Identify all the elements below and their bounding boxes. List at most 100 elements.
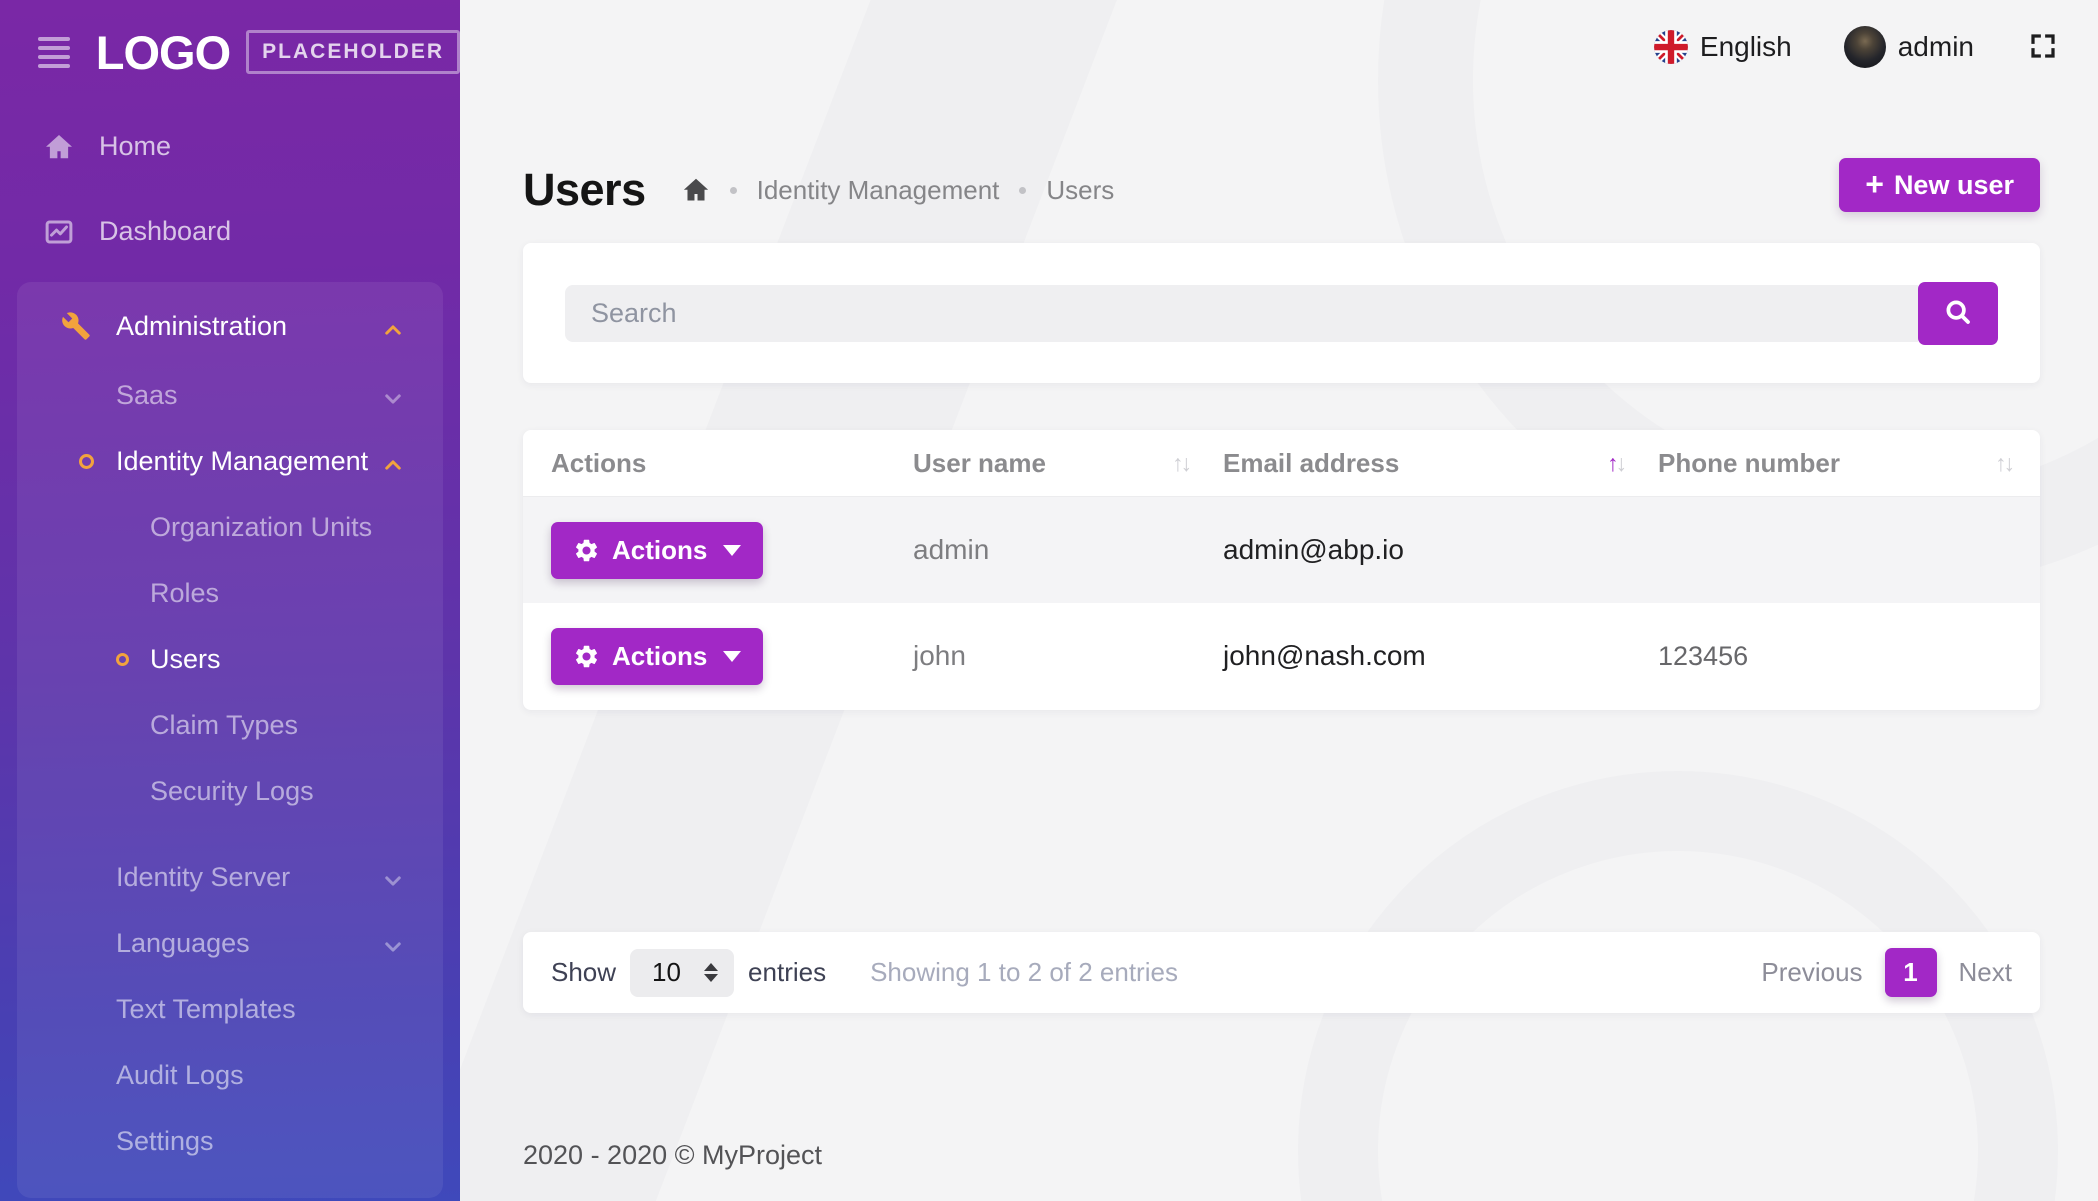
sidebar-item-label: Home — [0, 131, 171, 162]
entries-label: entries — [748, 957, 826, 988]
row-actions-button[interactable]: Actions — [551, 628, 763, 685]
gear-icon — [573, 537, 600, 564]
active-bullet-icon — [116, 653, 129, 666]
sidebar-item-label: Text Templates — [17, 994, 296, 1025]
column-label: User name — [913, 448, 1046, 479]
breadcrumb-home-icon[interactable] — [682, 176, 710, 204]
search-icon — [1943, 297, 1973, 330]
user-name-cell: admin — [913, 534, 1223, 566]
sidebar-item-text-templates[interactable]: Text Templates — [17, 976, 443, 1042]
show-label: Show — [551, 957, 616, 988]
chevron-down-icon — [383, 933, 403, 953]
sidebar-item-languages[interactable]: Languages — [17, 910, 443, 976]
sidebar-item-label: Audit Logs — [17, 1060, 244, 1091]
sidebar-item-organization-units[interactable]: Organization Units — [17, 494, 443, 560]
table-footer: Show 10 entries Showing 1 to 2 of 2 entr… — [523, 932, 2040, 1013]
caret-down-icon — [723, 545, 741, 556]
sort-icon: ↑↓ — [1172, 452, 1189, 475]
wrench-icon — [60, 310, 92, 342]
phone-cell: 123456 — [1658, 641, 2040, 672]
chevron-down-icon — [383, 385, 403, 405]
copyright: 2020 - 2020 © MyProject — [523, 1140, 822, 1171]
current-page-button[interactable]: 1 — [1885, 948, 1937, 997]
fullscreen-button[interactable] — [2026, 30, 2060, 64]
sidebar-item-identity-management[interactable]: Identity Management — [17, 428, 443, 494]
next-page-button[interactable]: Next — [1959, 957, 2012, 988]
sidebar-item-roles[interactable]: Roles — [17, 560, 443, 626]
column-header-actions: Actions — [523, 448, 913, 479]
caret-down-icon — [723, 651, 741, 662]
sidebar-item-label: Administration — [17, 311, 287, 342]
active-bullet-icon — [79, 454, 94, 469]
sidebar-item-audit-logs[interactable]: Audit Logs — [17, 1042, 443, 1108]
avatar — [1844, 26, 1886, 68]
page-size-value: 10 — [652, 957, 681, 988]
main-content: English admin Users Identity Management … — [460, 0, 2098, 1201]
sidebar-item-label: Claim Types — [17, 710, 298, 741]
sidebar-item-identity-server[interactable]: Identity Server — [17, 844, 443, 910]
language-selector[interactable]: English — [1654, 30, 1792, 64]
sidebar-item-label: Security Logs — [17, 776, 314, 807]
column-header-email-address[interactable]: Email address ↑↓ — [1223, 448, 1658, 479]
sidebar-item-users[interactable]: Users — [17, 626, 443, 692]
user-name-label: admin — [1898, 31, 1974, 63]
sidebar-item-home[interactable]: Home — [0, 104, 460, 189]
sidebar-nav: Home Dashboard Administration Saas — [0, 104, 460, 1198]
search-card — [523, 243, 2040, 383]
sidebar-item-label: Settings — [17, 1126, 214, 1157]
sidebar-item-label: Identity Management — [17, 446, 368, 477]
page-size-select[interactable]: 10 — [630, 949, 734, 997]
app-logo[interactable]: LOGO PLACEHOLDER — [96, 25, 460, 80]
app-root: LOGO PLACEHOLDER Home Dashboard — [0, 0, 2098, 1201]
menu-toggle-icon[interactable] — [38, 37, 70, 68]
column-header-phone-number[interactable]: Phone number ↑↓ — [1658, 448, 2040, 479]
page-title: Users — [523, 164, 646, 216]
sidebar-item-administration[interactable]: Administration — [17, 290, 443, 362]
breadcrumb-identity-management[interactable]: Identity Management — [757, 175, 1000, 206]
table-row: Actions admin admin@abp.io — [523, 497, 2040, 603]
actions-button-label: Actions — [612, 535, 707, 566]
topbar: English admin — [1654, 0, 2098, 94]
row-actions-button[interactable]: Actions — [551, 522, 763, 579]
previous-page-button[interactable]: Previous — [1761, 957, 1862, 988]
breadcrumb-separator — [1019, 187, 1026, 194]
logo-badge: PLACEHOLDER — [246, 30, 460, 74]
home-icon — [43, 131, 75, 163]
sidebar-item-label: Languages — [17, 928, 250, 959]
pagination: Previous 1 Next — [1761, 948, 2012, 997]
sidebar-item-settings[interactable]: Settings — [17, 1108, 443, 1174]
table-row: Actions john john@nash.com 123456 — [523, 603, 2040, 709]
breadcrumb: Identity Management Users — [682, 175, 1115, 206]
sidebar-item-label: Organization Units — [17, 512, 372, 543]
sidebar: LOGO PLACEHOLDER Home Dashboard — [0, 0, 460, 1201]
search-input[interactable] — [565, 285, 1918, 342]
breadcrumb-separator — [730, 187, 737, 194]
language-label: English — [1700, 31, 1792, 63]
sidebar-item-label: Dashboard — [0, 216, 231, 247]
chevron-up-icon — [383, 451, 403, 471]
column-label: Email address — [1223, 448, 1399, 479]
actions-cell: Actions — [523, 522, 913, 579]
sidebar-item-saas[interactable]: Saas — [17, 362, 443, 428]
new-user-button[interactable]: + New user — [1839, 158, 2040, 212]
column-header-user-name[interactable]: User name ↑↓ — [913, 448, 1223, 479]
actions-button-label: Actions — [612, 641, 707, 672]
sidebar-logo-row: LOGO PLACEHOLDER — [0, 0, 460, 104]
sidebar-item-claim-types[interactable]: Claim Types — [17, 692, 443, 758]
user-menu[interactable]: admin — [1844, 26, 1974, 68]
logo-text: LOGO — [96, 25, 230, 80]
search-button[interactable] — [1918, 282, 1998, 345]
breadcrumb-users: Users — [1046, 175, 1114, 206]
column-label: Phone number — [1658, 448, 1840, 479]
email-cell: admin@abp.io — [1223, 534, 1658, 566]
sidebar-item-dashboard[interactable]: Dashboard — [0, 189, 460, 274]
page-header: Users Identity Management Users + New us… — [523, 150, 2040, 230]
chevron-up-icon — [383, 316, 403, 336]
sidebar-item-label: Identity Server — [17, 862, 290, 893]
chart-icon — [43, 216, 75, 248]
sidebar-item-label: Saas — [17, 380, 178, 411]
new-user-label: New user — [1894, 170, 2014, 201]
select-arrows-icon — [704, 963, 718, 982]
sidebar-item-security-logs[interactable]: Security Logs — [17, 758, 443, 824]
sidebar-item-label: Roles — [17, 578, 219, 609]
